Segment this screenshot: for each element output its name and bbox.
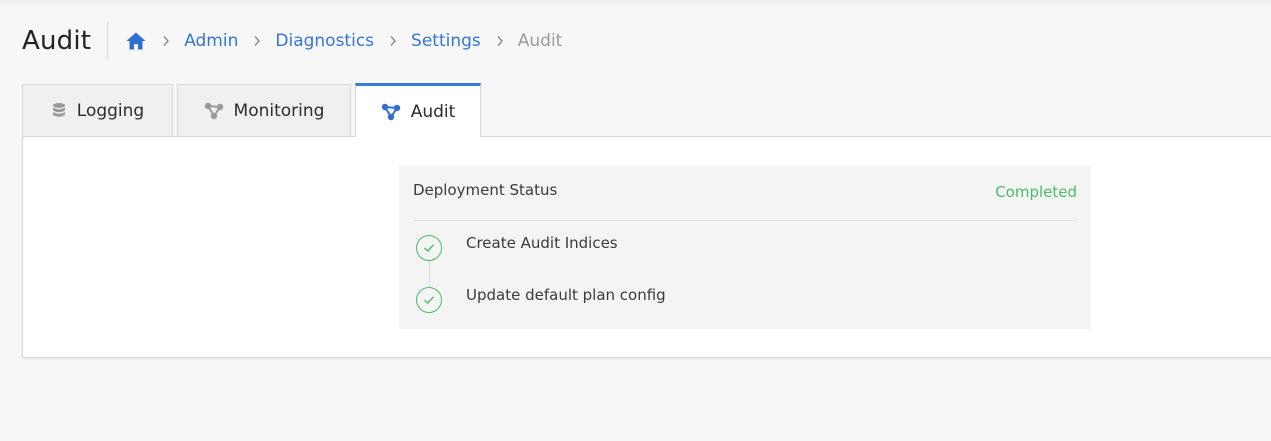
list-item: Update default plan config <box>413 273 1077 325</box>
list-item: Create Audit Indices <box>413 221 1077 273</box>
top-shadow <box>0 0 1271 8</box>
tab-bar: Logging Monitoring Audit <box>22 83 485 137</box>
check-circle-icon <box>416 235 442 261</box>
step-label: Create Audit Indices <box>466 234 618 252</box>
page-header: Audit Admin Diagnostics Settings Audit <box>22 22 562 60</box>
breadcrumb-item-settings[interactable]: Settings <box>411 31 481 51</box>
breadcrumb-current: Audit <box>517 31 563 51</box>
nodes-icon <box>381 103 401 121</box>
breadcrumb: Admin Diagnostics Settings Audit <box>125 31 562 51</box>
tab-audit[interactable]: Audit <box>355 83 481 137</box>
tab-logging[interactable]: Logging <box>22 84 173 136</box>
tab-label: Audit <box>410 101 456 122</box>
breadcrumb-item-admin[interactable]: Admin <box>184 31 238 51</box>
chevron-right-icon <box>253 35 261 47</box>
tab-monitoring[interactable]: Monitoring <box>177 84 351 136</box>
tab-label: Monitoring <box>233 100 325 121</box>
tab-panel: Deployment Status Completed Create Audit… <box>22 136 1271 358</box>
step-connector <box>429 261 430 289</box>
step-label: Update default plan config <box>466 286 666 304</box>
breadcrumb-item-diagnostics[interactable]: Diagnostics <box>275 31 374 51</box>
chevron-right-icon <box>389 35 397 47</box>
deployment-status-card: Deployment Status Completed Create Audit… <box>399 166 1091 329</box>
breadcrumb-home[interactable] <box>125 31 147 51</box>
home-icon <box>126 32 146 50</box>
chevron-right-icon <box>496 35 504 47</box>
deployment-status-value: Completed <box>995 183 1077 201</box>
deployment-steps: Create Audit Indices Update default plan… <box>413 221 1077 325</box>
database-icon <box>51 102 67 120</box>
chevron-right-icon <box>162 35 170 47</box>
tab-label: Logging <box>76 100 145 121</box>
nodes-icon <box>204 102 224 120</box>
check-circle-icon <box>416 287 442 313</box>
page-title: Audit <box>22 22 109 60</box>
deployment-status-title: Deployment Status <box>413 181 558 199</box>
deployment-status-header: Deployment Status Completed <box>413 166 1077 221</box>
